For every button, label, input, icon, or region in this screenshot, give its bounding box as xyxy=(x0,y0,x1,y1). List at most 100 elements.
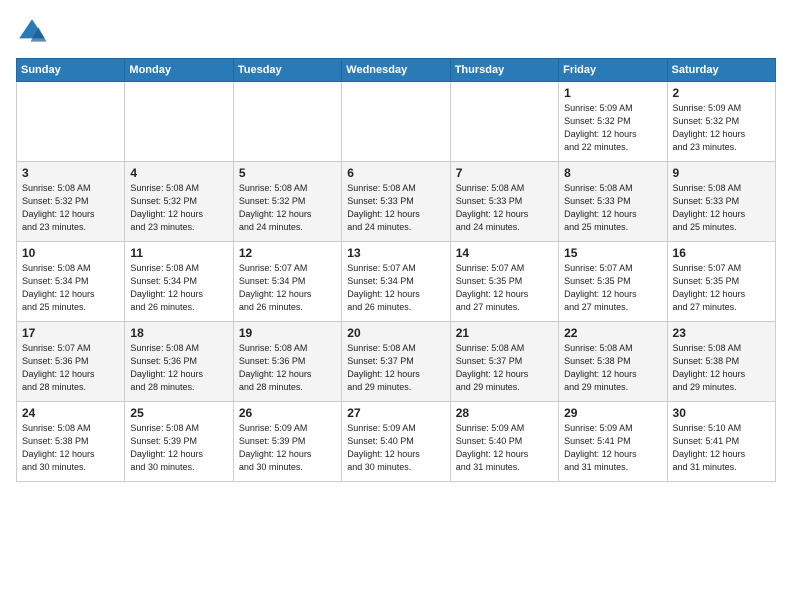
day-number: 1 xyxy=(564,86,661,100)
calendar-week-4: 24 Sunrise: 5:08 AM Sunset: 5:38 PM Dayli… xyxy=(17,402,776,482)
calendar-cell: 8 Sunrise: 5:08 AM Sunset: 5:33 PM Daylig… xyxy=(559,162,667,242)
day-number: 15 xyxy=(564,246,661,260)
day-info: Sunrise: 5:08 AM Sunset: 5:33 PM Dayligh… xyxy=(673,182,770,234)
calendar-cell: 28 Sunrise: 5:09 AM Sunset: 5:40 PM Dayli… xyxy=(450,402,558,482)
col-header-wednesday: Wednesday xyxy=(342,59,450,82)
day-info: Sunrise: 5:08 AM Sunset: 5:32 PM Dayligh… xyxy=(130,182,227,234)
calendar-cell: 18 Sunrise: 5:08 AM Sunset: 5:36 PM Dayli… xyxy=(125,322,233,402)
day-info: Sunrise: 5:08 AM Sunset: 5:33 PM Dayligh… xyxy=(564,182,661,234)
calendar-cell: 19 Sunrise: 5:08 AM Sunset: 5:36 PM Dayli… xyxy=(233,322,341,402)
day-info: Sunrise: 5:08 AM Sunset: 5:36 PM Dayligh… xyxy=(239,342,336,394)
day-number: 22 xyxy=(564,326,661,340)
calendar-cell: 10 Sunrise: 5:08 AM Sunset: 5:34 PM Dayli… xyxy=(17,242,125,322)
calendar-cell: 4 Sunrise: 5:08 AM Sunset: 5:32 PM Daylig… xyxy=(125,162,233,242)
calendar-cell: 13 Sunrise: 5:07 AM Sunset: 5:34 PM Dayli… xyxy=(342,242,450,322)
day-number: 14 xyxy=(456,246,553,260)
calendar-cell: 16 Sunrise: 5:07 AM Sunset: 5:35 PM Dayli… xyxy=(667,242,775,322)
day-info: Sunrise: 5:09 AM Sunset: 5:40 PM Dayligh… xyxy=(456,422,553,474)
calendar-week-3: 17 Sunrise: 5:07 AM Sunset: 5:36 PM Dayli… xyxy=(17,322,776,402)
calendar-cell: 3Sunrise: 5:08 AM Sunset: 5:32 PM Daylig… xyxy=(17,162,125,242)
calendar-week-1: 3 Sunrise: 5:08 AM Sunset: 5:32 PM Daylig… xyxy=(17,162,776,242)
day-number: 12 xyxy=(239,246,336,260)
col-header-monday: Monday xyxy=(125,59,233,82)
day-info: Sunrise: 5:08 AM Sunset: 5:37 PM Dayligh… xyxy=(456,342,553,394)
calendar-cell: 15 Sunrise: 5:07 AM Sunset: 5:35 PM Dayli… xyxy=(559,242,667,322)
day-number: 25 xyxy=(130,406,227,420)
calendar-cell xyxy=(450,82,558,162)
day-info: Sunrise: 5:09 AM Sunset: 5:32 PM Dayligh… xyxy=(564,102,661,154)
calendar-week-2: 10 Sunrise: 5:08 AM Sunset: 5:34 PM Dayli… xyxy=(17,242,776,322)
day-number: 28 xyxy=(456,406,553,420)
day-info: Sunrise: 5:07 AM Sunset: 5:35 PM Dayligh… xyxy=(673,262,770,314)
day-number: 17 xyxy=(22,326,119,340)
day-info: Sunrise: 5:09 AM Sunset: 5:41 PM Dayligh… xyxy=(564,422,661,474)
calendar-cell: 11Sunrise: 5:08 AM Sunset: 5:34 PM Dayli… xyxy=(125,242,233,322)
calendar-cell xyxy=(125,82,233,162)
day-info: Sunrise: 5:07 AM Sunset: 5:34 PM Dayligh… xyxy=(347,262,444,314)
logo-icon xyxy=(16,16,48,48)
day-info: Sunrise: 5:07 AM Sunset: 5:35 PM Dayligh… xyxy=(564,262,661,314)
calendar-cell xyxy=(17,82,125,162)
day-number: 30 xyxy=(673,406,770,420)
day-number: 3 xyxy=(22,166,119,180)
logo xyxy=(16,16,52,48)
day-info: Sunrise: 5:08 AM Sunset: 5:32 PM Dayligh… xyxy=(239,182,336,234)
day-number: 19 xyxy=(239,326,336,340)
calendar-cell: 22 Sunrise: 5:08 AM Sunset: 5:38 PM Dayli… xyxy=(559,322,667,402)
day-number: 13 xyxy=(347,246,444,260)
col-header-thursday: Thursday xyxy=(450,59,558,82)
calendar-cell: 5 Sunrise: 5:08 AM Sunset: 5:32 PM Daylig… xyxy=(233,162,341,242)
day-number: 16 xyxy=(673,246,770,260)
day-info: Sunrise: 5:08 AM Sunset: 5:33 PM Dayligh… xyxy=(456,182,553,234)
day-number: 10 xyxy=(22,246,119,260)
calendar-cell xyxy=(233,82,341,162)
col-header-friday: Friday xyxy=(559,59,667,82)
calendar-cell: 25 Sunrise: 5:08 AM Sunset: 5:39 PM Dayli… xyxy=(125,402,233,482)
day-number: 21 xyxy=(456,326,553,340)
calendar-cell: 17 Sunrise: 5:07 AM Sunset: 5:36 PM Dayli… xyxy=(17,322,125,402)
calendar-week-0: 1 Sunrise: 5:09 AM Sunset: 5:32 PM Daylig… xyxy=(17,82,776,162)
calendar-cell: 6 Sunrise: 5:08 AM Sunset: 5:33 PM Daylig… xyxy=(342,162,450,242)
page: SundayMondayTuesdayWednesdayThursdayFrid… xyxy=(0,0,792,612)
day-number: 2 xyxy=(673,86,770,100)
calendar-table: SundayMondayTuesdayWednesdayThursdayFrid… xyxy=(16,58,776,482)
col-header-saturday: Saturday xyxy=(667,59,775,82)
day-number: 18 xyxy=(130,326,227,340)
calendar-cell: 14Sunrise: 5:07 AM Sunset: 5:35 PM Dayli… xyxy=(450,242,558,322)
day-info: Sunrise: 5:08 AM Sunset: 5:36 PM Dayligh… xyxy=(130,342,227,394)
day-info: Sunrise: 5:08 AM Sunset: 5:38 PM Dayligh… xyxy=(673,342,770,394)
calendar-cell: 30 Sunrise: 5:10 AM Sunset: 5:41 PM Dayli… xyxy=(667,402,775,482)
day-number: 4 xyxy=(130,166,227,180)
calendar-cell: 2 Sunrise: 5:09 AM Sunset: 5:32 PM Daylig… xyxy=(667,82,775,162)
calendar-header-row: SundayMondayTuesdayWednesdayThursdayFrid… xyxy=(17,59,776,82)
day-info: Sunrise: 5:09 AM Sunset: 5:32 PM Dayligh… xyxy=(673,102,770,154)
day-info: Sunrise: 5:09 AM Sunset: 5:40 PM Dayligh… xyxy=(347,422,444,474)
col-header-sunday: Sunday xyxy=(17,59,125,82)
calendar-cell xyxy=(342,82,450,162)
calendar-cell: 12 Sunrise: 5:07 AM Sunset: 5:34 PM Dayli… xyxy=(233,242,341,322)
calendar-cell: 9 Sunrise: 5:08 AM Sunset: 5:33 PM Daylig… xyxy=(667,162,775,242)
day-info: Sunrise: 5:07 AM Sunset: 5:34 PM Dayligh… xyxy=(239,262,336,314)
day-info: Sunrise: 5:08 AM Sunset: 5:34 PM Dayligh… xyxy=(130,262,227,314)
calendar-cell: 26Sunrise: 5:09 AM Sunset: 5:39 PM Dayli… xyxy=(233,402,341,482)
day-info: Sunrise: 5:10 AM Sunset: 5:41 PM Dayligh… xyxy=(673,422,770,474)
calendar-cell: 24 Sunrise: 5:08 AM Sunset: 5:38 PM Dayli… xyxy=(17,402,125,482)
day-info: Sunrise: 5:07 AM Sunset: 5:36 PM Dayligh… xyxy=(22,342,119,394)
day-info: Sunrise: 5:08 AM Sunset: 5:39 PM Dayligh… xyxy=(130,422,227,474)
calendar-cell: 27Sunrise: 5:09 AM Sunset: 5:40 PM Dayli… xyxy=(342,402,450,482)
day-number: 8 xyxy=(564,166,661,180)
calendar-cell: 7 Sunrise: 5:08 AM Sunset: 5:33 PM Daylig… xyxy=(450,162,558,242)
day-info: Sunrise: 5:09 AM Sunset: 5:39 PM Dayligh… xyxy=(239,422,336,474)
calendar-cell: 23Sunrise: 5:08 AM Sunset: 5:38 PM Dayli… xyxy=(667,322,775,402)
day-info: Sunrise: 5:08 AM Sunset: 5:37 PM Dayligh… xyxy=(347,342,444,394)
day-number: 9 xyxy=(673,166,770,180)
day-info: Sunrise: 5:08 AM Sunset: 5:38 PM Dayligh… xyxy=(22,422,119,474)
day-info: Sunrise: 5:08 AM Sunset: 5:33 PM Dayligh… xyxy=(347,182,444,234)
day-number: 7 xyxy=(456,166,553,180)
day-number: 5 xyxy=(239,166,336,180)
day-info: Sunrise: 5:08 AM Sunset: 5:38 PM Dayligh… xyxy=(564,342,661,394)
day-info: Sunrise: 5:08 AM Sunset: 5:34 PM Dayligh… xyxy=(22,262,119,314)
day-number: 24 xyxy=(22,406,119,420)
calendar-cell: 21 Sunrise: 5:08 AM Sunset: 5:37 PM Dayli… xyxy=(450,322,558,402)
day-number: 6 xyxy=(347,166,444,180)
